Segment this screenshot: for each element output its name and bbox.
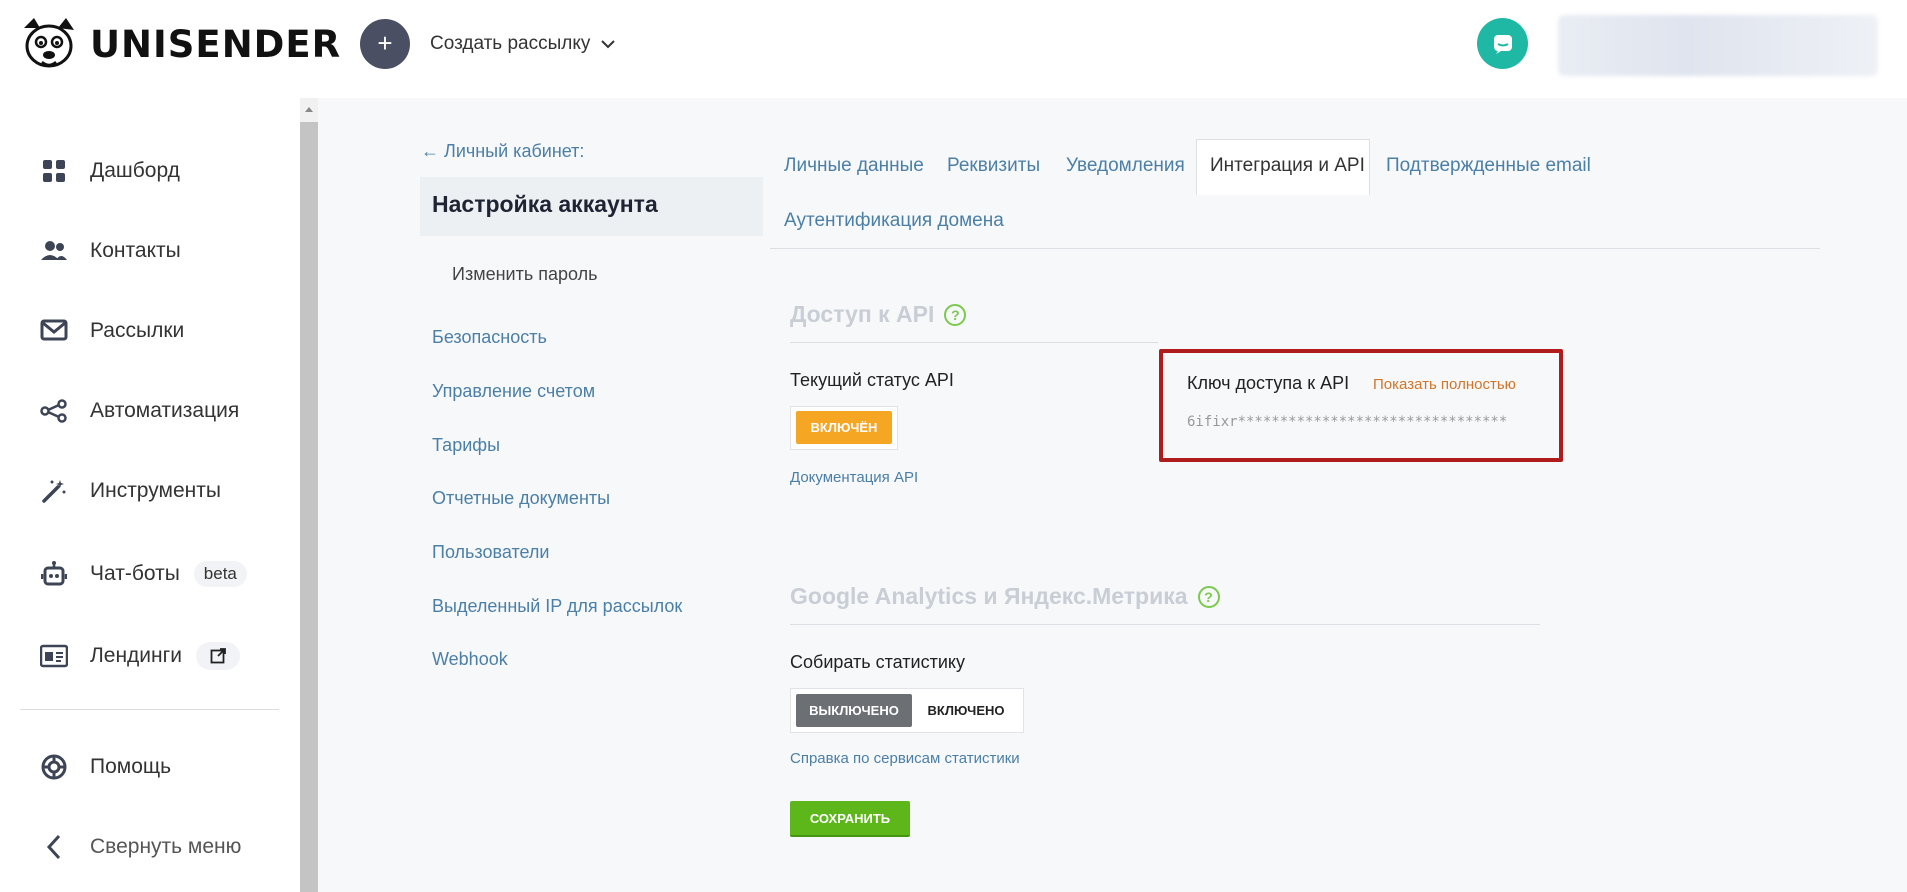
nav-item-tools[interactable]: Инструменты [40,471,221,511]
external-link-icon[interactable] [196,642,241,670]
settings-link-billing[interactable]: Управление счетом [432,381,595,402]
api-section-title-text: Доступ к API [790,301,935,327]
robot-icon [40,560,68,588]
show-full-key-link[interactable]: Показать полностью [1373,376,1516,393]
api-section-divider [790,342,1158,343]
api-docs-link[interactable]: Документация API [790,469,918,486]
chat-button[interactable] [1477,18,1528,69]
nav-divider [20,709,279,710]
collapse-menu-button[interactable]: Свернуть меню [40,827,241,867]
dog-mascot-icon [24,18,74,68]
back-to-account-link[interactable]: ← Личный кабинет: [421,141,584,162]
left-navigation: Дашборд Контакты Рассылки Автоматизация … [0,100,300,892]
mail-icon [40,317,68,345]
analytics-section-title-text: Google Analytics и Яндекс.Метрика [790,583,1188,609]
account-menu-blurred[interactable] [1558,15,1878,76]
nav-item-label: Лендинги [90,644,183,667]
save-button[interactable]: СОХРАНИТЬ [790,801,910,837]
stats-help-link[interactable]: Справка по сервисам статистики [790,750,1020,767]
nav-item-help[interactable]: Помощь [40,747,171,787]
nav-item-campaigns[interactable]: Рассылки [40,311,184,351]
nav-item-label: Помощь [90,755,172,778]
chevron-down-icon[interactable] [598,34,618,54]
tab-personal-data[interactable]: Личные данные [784,155,924,177]
nav-item-label: Инструменты [90,479,221,502]
nav-item-label: Чат-боты [90,562,180,585]
api-section-title: Доступ к API ? [790,301,967,328]
create-campaign-label[interactable]: Создать рассылку [430,33,590,55]
api-key-value: 6ifixr******************************** [1187,414,1508,430]
collect-stats-label: Собирать статистику [790,652,965,672]
nav-item-landings[interactable]: Лендинги [40,636,241,676]
tab-domain-auth[interactable]: Аутентификация домена [784,210,1004,232]
nav-item-label: Свернуть меню [90,835,242,858]
settings-link-dedicated-ip[interactable]: Выделенный IP для рассылок [432,596,682,617]
nav-item-label: Рассылки [90,319,185,342]
nav-item-chatbots[interactable]: Чат-боты beta [40,554,247,594]
stats-off-button[interactable]: ВЫКЛЮЧЕНО [796,694,912,727]
api-status-on-button[interactable]: ВКЛЮЧЁН [796,411,892,444]
magic-wand-icon [40,477,68,505]
top-header: UNISENDER + Создать рассылку [0,0,1907,88]
create-campaign-plus-button[interactable]: + [360,19,410,69]
tab-requisites[interactable]: Реквизиты [947,155,1040,177]
analytics-section-divider [790,624,1540,625]
landing-icon [40,642,68,670]
api-status-label: Текущий статус API [790,370,954,390]
settings-link-users[interactable]: Пользователи [432,542,549,563]
settings-link-tariffs[interactable]: Тарифы [432,435,500,456]
share-icon [40,397,68,425]
scroll-up-arrow[interactable] [300,98,318,122]
api-key-highlight-box: Ключ доступа к API Показать полностью 6i… [1159,349,1563,462]
nav-item-dashboard[interactable]: Дашборд [40,151,180,191]
settings-link-security[interactable]: Безопасность [432,327,547,348]
chat-icon [1493,34,1512,54]
question-icon[interactable]: ? [1197,585,1220,608]
tab-integration-api[interactable]: Интеграция и API [1196,139,1370,195]
nav-item-label: Дашборд [90,159,180,182]
api-key-label: Ключ доступа к API [1187,373,1350,393]
question-icon[interactable]: ? [944,303,967,326]
nav-item-contacts[interactable]: Контакты [40,231,181,271]
nav-item-automation[interactable]: Автоматизация [40,391,239,431]
brand-name: UNISENDER [90,22,342,66]
tabs-divider [770,248,1820,249]
settings-link-webhook[interactable]: Webhook [432,649,508,670]
contacts-icon [40,237,68,265]
settings-link-documents[interactable]: Отчетные документы [432,488,610,509]
chevron-left-icon [40,833,68,861]
settings-title: Настройка аккаунта [420,177,763,236]
dashboard-icon [40,157,68,185]
unisender-logo[interactable]: UNISENDER [18,14,341,74]
nav-item-label: Автоматизация [90,399,240,422]
analytics-section-title: Google Analytics и Яндекс.Метрика ? [790,583,1220,610]
change-password-link[interactable]: Изменить пароль [452,264,597,285]
main-content: ← Личный кабинет: Настройка аккаунта Изм… [318,98,1907,892]
stats-on-button[interactable]: ВКЛЮЧЕНО [916,694,1016,727]
tab-notifications[interactable]: Уведомления [1066,155,1185,177]
beta-badge: beta [193,561,247,587]
tab-confirmed-emails[interactable]: Подтвержденные email [1386,155,1591,177]
left-scrollbar[interactable] [300,98,318,892]
nav-item-label: Контакты [90,239,181,262]
lifebuoy-icon [40,753,68,781]
